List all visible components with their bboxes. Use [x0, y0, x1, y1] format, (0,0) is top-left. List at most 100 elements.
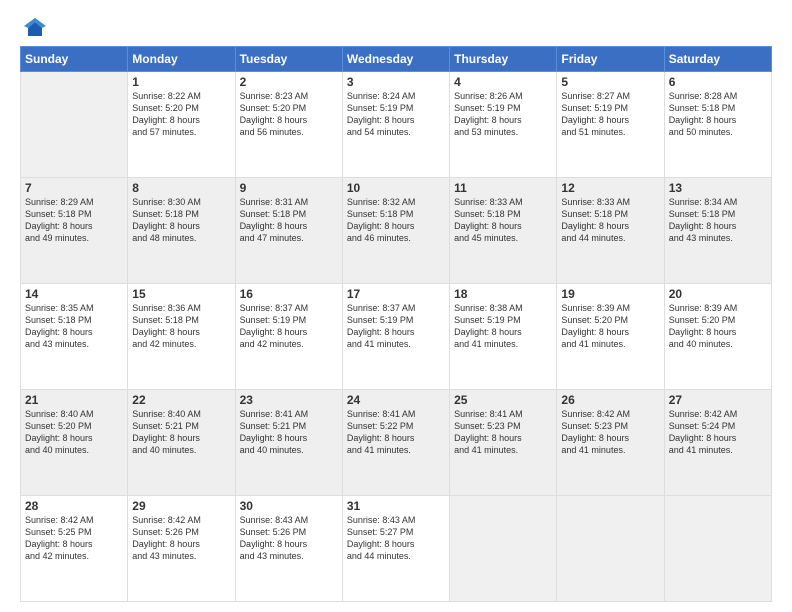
day-cell: 3Sunrise: 8:24 AMSunset: 5:19 PMDaylight…	[342, 72, 449, 178]
day-cell	[450, 496, 557, 602]
day-cell: 8Sunrise: 8:30 AMSunset: 5:18 PMDaylight…	[128, 178, 235, 284]
day-number: 31	[347, 499, 445, 513]
day-info: Sunrise: 8:43 AMSunset: 5:27 PMDaylight:…	[347, 514, 445, 563]
week-row-0: 1Sunrise: 8:22 AMSunset: 5:20 PMDaylight…	[21, 72, 772, 178]
day-info: Sunrise: 8:38 AMSunset: 5:19 PMDaylight:…	[454, 302, 552, 351]
day-cell: 12Sunrise: 8:33 AMSunset: 5:18 PMDayligh…	[557, 178, 664, 284]
day-number: 12	[561, 181, 659, 195]
page: SundayMondayTuesdayWednesdayThursdayFrid…	[0, 0, 792, 612]
logo-icon	[24, 18, 46, 40]
day-cell: 31Sunrise: 8:43 AMSunset: 5:27 PMDayligh…	[342, 496, 449, 602]
day-number: 24	[347, 393, 445, 407]
day-info: Sunrise: 8:42 AMSunset: 5:25 PMDaylight:…	[25, 514, 123, 563]
day-info: Sunrise: 8:43 AMSunset: 5:26 PMDaylight:…	[240, 514, 338, 563]
header-monday: Monday	[128, 47, 235, 72]
day-cell: 21Sunrise: 8:40 AMSunset: 5:20 PMDayligh…	[21, 390, 128, 496]
day-number: 11	[454, 181, 552, 195]
day-cell: 6Sunrise: 8:28 AMSunset: 5:18 PMDaylight…	[664, 72, 771, 178]
day-info: Sunrise: 8:41 AMSunset: 5:21 PMDaylight:…	[240, 408, 338, 457]
logo	[20, 18, 46, 40]
day-info: Sunrise: 8:37 AMSunset: 5:19 PMDaylight:…	[347, 302, 445, 351]
day-cell: 11Sunrise: 8:33 AMSunset: 5:18 PMDayligh…	[450, 178, 557, 284]
day-info: Sunrise: 8:42 AMSunset: 5:23 PMDaylight:…	[561, 408, 659, 457]
day-number: 23	[240, 393, 338, 407]
week-row-3: 21Sunrise: 8:40 AMSunset: 5:20 PMDayligh…	[21, 390, 772, 496]
day-info: Sunrise: 8:33 AMSunset: 5:18 PMDaylight:…	[454, 196, 552, 245]
day-number: 27	[669, 393, 767, 407]
day-info: Sunrise: 8:27 AMSunset: 5:19 PMDaylight:…	[561, 90, 659, 139]
header-friday: Friday	[557, 47, 664, 72]
day-number: 3	[347, 75, 445, 89]
day-number: 6	[669, 75, 767, 89]
header-thursday: Thursday	[450, 47, 557, 72]
day-info: Sunrise: 8:34 AMSunset: 5:18 PMDaylight:…	[669, 196, 767, 245]
header-tuesday: Tuesday	[235, 47, 342, 72]
day-number: 7	[25, 181, 123, 195]
day-cell: 1Sunrise: 8:22 AMSunset: 5:20 PMDaylight…	[128, 72, 235, 178]
day-number: 18	[454, 287, 552, 301]
day-info: Sunrise: 8:39 AMSunset: 5:20 PMDaylight:…	[669, 302, 767, 351]
day-number: 15	[132, 287, 230, 301]
day-number: 16	[240, 287, 338, 301]
day-cell: 14Sunrise: 8:35 AMSunset: 5:18 PMDayligh…	[21, 284, 128, 390]
day-info: Sunrise: 8:42 AMSunset: 5:26 PMDaylight:…	[132, 514, 230, 563]
week-row-1: 7Sunrise: 8:29 AMSunset: 5:18 PMDaylight…	[21, 178, 772, 284]
day-number: 10	[347, 181, 445, 195]
day-info: Sunrise: 8:42 AMSunset: 5:24 PMDaylight:…	[669, 408, 767, 457]
day-cell: 15Sunrise: 8:36 AMSunset: 5:18 PMDayligh…	[128, 284, 235, 390]
day-info: Sunrise: 8:28 AMSunset: 5:18 PMDaylight:…	[669, 90, 767, 139]
day-cell	[21, 72, 128, 178]
day-cell: 26Sunrise: 8:42 AMSunset: 5:23 PMDayligh…	[557, 390, 664, 496]
day-cell	[557, 496, 664, 602]
header	[20, 18, 772, 40]
day-info: Sunrise: 8:35 AMSunset: 5:18 PMDaylight:…	[25, 302, 123, 351]
day-number: 26	[561, 393, 659, 407]
day-info: Sunrise: 8:40 AMSunset: 5:21 PMDaylight:…	[132, 408, 230, 457]
day-number: 20	[669, 287, 767, 301]
day-info: Sunrise: 8:32 AMSunset: 5:18 PMDaylight:…	[347, 196, 445, 245]
day-info: Sunrise: 8:30 AMSunset: 5:18 PMDaylight:…	[132, 196, 230, 245]
day-number: 22	[132, 393, 230, 407]
day-cell: 18Sunrise: 8:38 AMSunset: 5:19 PMDayligh…	[450, 284, 557, 390]
day-info: Sunrise: 8:29 AMSunset: 5:18 PMDaylight:…	[25, 196, 123, 245]
calendar-header: SundayMondayTuesdayWednesdayThursdayFrid…	[21, 47, 772, 72]
day-number: 8	[132, 181, 230, 195]
day-info: Sunrise: 8:23 AMSunset: 5:20 PMDaylight:…	[240, 90, 338, 139]
day-cell: 25Sunrise: 8:41 AMSunset: 5:23 PMDayligh…	[450, 390, 557, 496]
day-cell: 9Sunrise: 8:31 AMSunset: 5:18 PMDaylight…	[235, 178, 342, 284]
day-number: 2	[240, 75, 338, 89]
day-cell: 23Sunrise: 8:41 AMSunset: 5:21 PMDayligh…	[235, 390, 342, 496]
day-number: 14	[25, 287, 123, 301]
day-cell: 30Sunrise: 8:43 AMSunset: 5:26 PMDayligh…	[235, 496, 342, 602]
header-row: SundayMondayTuesdayWednesdayThursdayFrid…	[21, 47, 772, 72]
day-info: Sunrise: 8:33 AMSunset: 5:18 PMDaylight:…	[561, 196, 659, 245]
header-saturday: Saturday	[664, 47, 771, 72]
day-cell: 4Sunrise: 8:26 AMSunset: 5:19 PMDaylight…	[450, 72, 557, 178]
day-number: 17	[347, 287, 445, 301]
day-cell: 17Sunrise: 8:37 AMSunset: 5:19 PMDayligh…	[342, 284, 449, 390]
day-cell: 27Sunrise: 8:42 AMSunset: 5:24 PMDayligh…	[664, 390, 771, 496]
day-number: 13	[669, 181, 767, 195]
day-cell: 7Sunrise: 8:29 AMSunset: 5:18 PMDaylight…	[21, 178, 128, 284]
day-info: Sunrise: 8:39 AMSunset: 5:20 PMDaylight:…	[561, 302, 659, 351]
day-cell: 22Sunrise: 8:40 AMSunset: 5:21 PMDayligh…	[128, 390, 235, 496]
day-cell: 2Sunrise: 8:23 AMSunset: 5:20 PMDaylight…	[235, 72, 342, 178]
day-info: Sunrise: 8:41 AMSunset: 5:22 PMDaylight:…	[347, 408, 445, 457]
calendar-table: SundayMondayTuesdayWednesdayThursdayFrid…	[20, 46, 772, 602]
day-cell: 5Sunrise: 8:27 AMSunset: 5:19 PMDaylight…	[557, 72, 664, 178]
calendar-body: 1Sunrise: 8:22 AMSunset: 5:20 PMDaylight…	[21, 72, 772, 602]
day-info: Sunrise: 8:22 AMSunset: 5:20 PMDaylight:…	[132, 90, 230, 139]
header-sunday: Sunday	[21, 47, 128, 72]
day-cell: 13Sunrise: 8:34 AMSunset: 5:18 PMDayligh…	[664, 178, 771, 284]
day-cell: 19Sunrise: 8:39 AMSunset: 5:20 PMDayligh…	[557, 284, 664, 390]
day-number: 30	[240, 499, 338, 513]
day-cell: 24Sunrise: 8:41 AMSunset: 5:22 PMDayligh…	[342, 390, 449, 496]
day-cell: 28Sunrise: 8:42 AMSunset: 5:25 PMDayligh…	[21, 496, 128, 602]
day-number: 29	[132, 499, 230, 513]
day-cell: 29Sunrise: 8:42 AMSunset: 5:26 PMDayligh…	[128, 496, 235, 602]
day-info: Sunrise: 8:36 AMSunset: 5:18 PMDaylight:…	[132, 302, 230, 351]
day-number: 1	[132, 75, 230, 89]
day-number: 28	[25, 499, 123, 513]
week-row-4: 28Sunrise: 8:42 AMSunset: 5:25 PMDayligh…	[21, 496, 772, 602]
day-number: 25	[454, 393, 552, 407]
